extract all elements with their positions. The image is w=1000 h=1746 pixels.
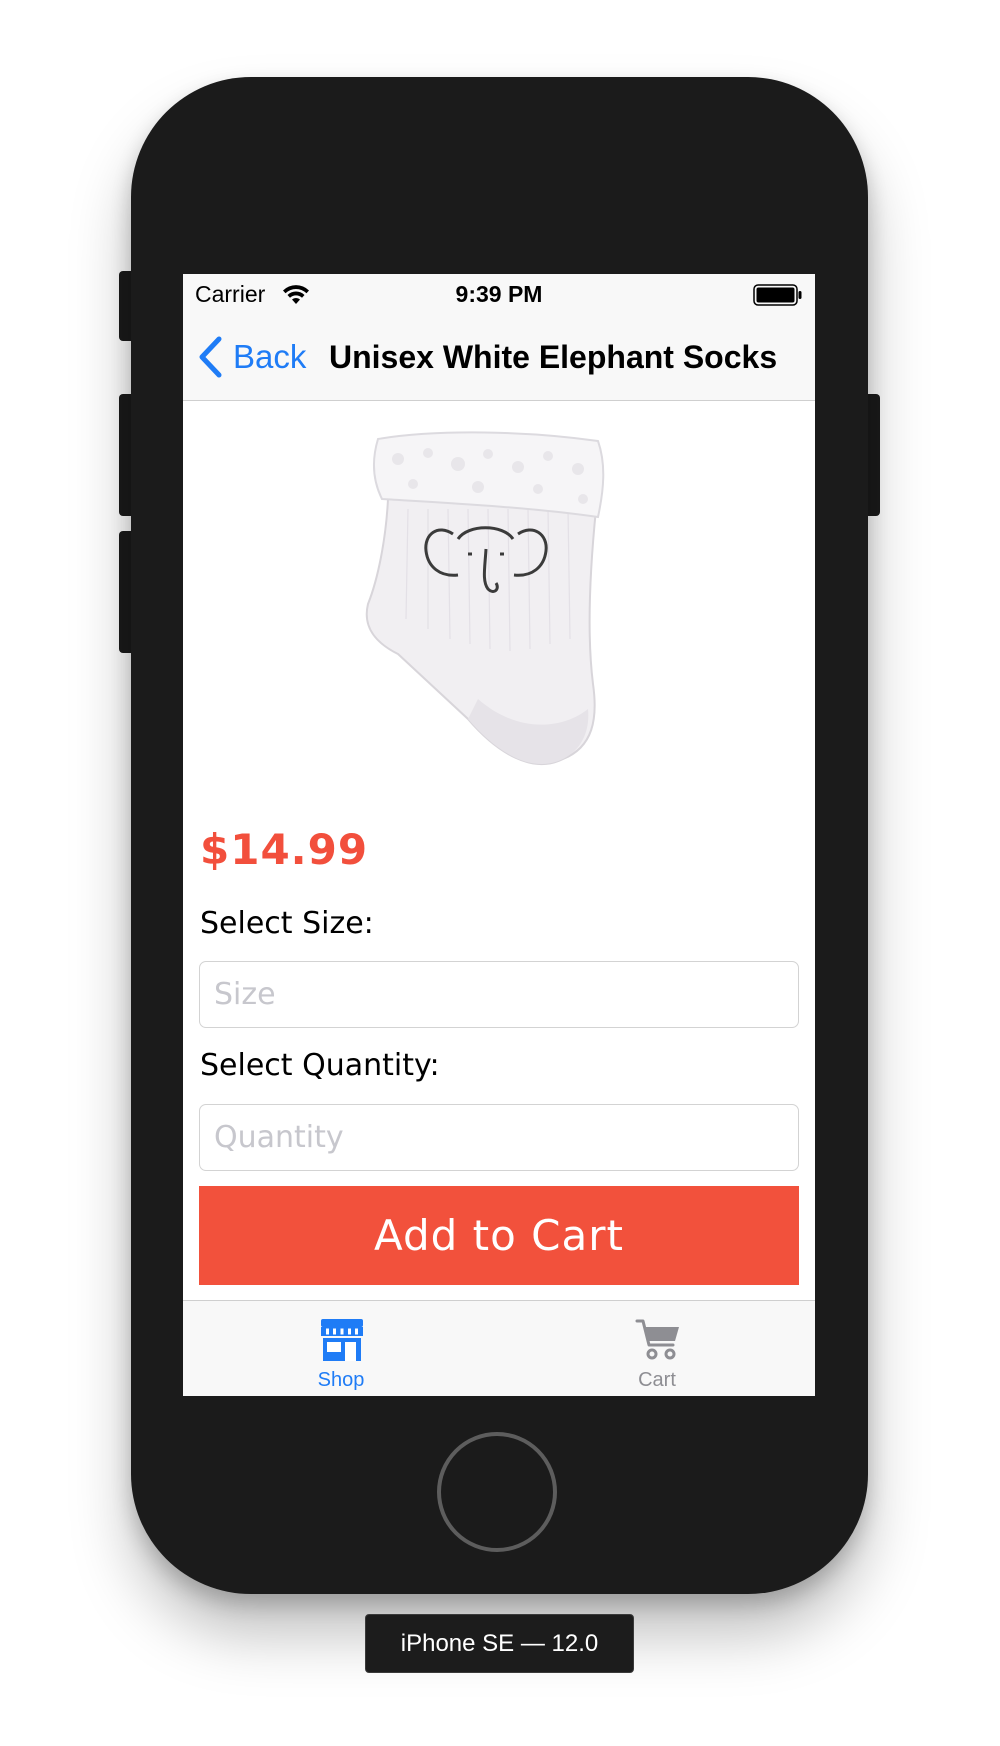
product-detail: $14.99 Select Size: Select Quantity: Add… (183, 401, 815, 1301)
page-title: Unisex White Elephant Socks (329, 339, 778, 375)
tab-cart[interactable]: Cart (499, 1301, 815, 1396)
quantity-input[interactable] (199, 1104, 799, 1171)
status-time: 9:39 PM (455, 281, 543, 307)
tab-shop-label: Shop (317, 1369, 365, 1391)
status-bar: Carrier 9:39 PM (183, 274, 815, 314)
storefront-icon (321, 1319, 363, 1361)
size-label: Select Size: (200, 906, 374, 941)
back-button[interactable]: Back (197, 334, 306, 380)
size-input[interactable] (199, 961, 799, 1028)
back-label: Back (233, 338, 307, 375)
tab-shop[interactable]: Shop (183, 1301, 499, 1396)
add-to-cart-button[interactable]: Add to Cart (199, 1186, 799, 1285)
product-price: $14.99 (200, 825, 369, 874)
chevron-left-icon (199, 336, 222, 378)
tab-cart-label: Cart (638, 1369, 676, 1391)
sock-elephant-photo (365, 431, 605, 765)
home-button[interactable] (437, 1432, 557, 1552)
battery-icon (753, 284, 802, 306)
device-label: iPhone SE — 12.0 (365, 1614, 634, 1673)
navigation-bar: Back Unisex White Elephant Socks (183, 314, 815, 401)
app-screen: Carrier 9:39 PM Back Unisex White Elepha… (183, 274, 815, 1396)
cart-icon (635, 1319, 679, 1360)
quantity-label: Select Quantity: (200, 1048, 440, 1083)
tab-bar: Shop Cart (183, 1300, 815, 1396)
